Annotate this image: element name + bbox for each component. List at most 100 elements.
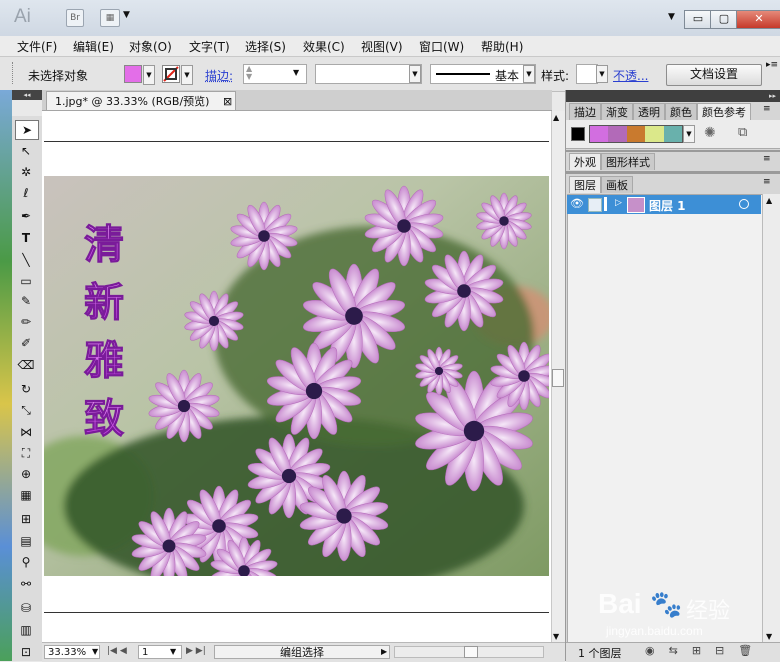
style-swatch[interactable] bbox=[576, 64, 598, 84]
blob-brush-tool-icon[interactable]: ✐ bbox=[15, 334, 37, 352]
variable-width-dropdown-icon[interactable]: ▼ bbox=[409, 65, 421, 83]
base-color-swatch[interactable] bbox=[571, 127, 585, 141]
arrange-dropdown-icon[interactable]: ▼ bbox=[123, 10, 130, 20]
horizontal-scroll-thumb[interactable] bbox=[464, 646, 478, 658]
zoom-dropdown-icon[interactable]: ▼ bbox=[92, 647, 98, 656]
scale-tool-icon[interactable]: ⤡ bbox=[15, 401, 37, 419]
opacity-link[interactable]: 不透... bbox=[613, 67, 648, 84]
harmony-color-3[interactable] bbox=[626, 126, 646, 142]
bridge-button[interactable]: Br bbox=[66, 9, 84, 27]
menu-edit[interactable]: 编辑(E) bbox=[73, 38, 114, 55]
document-setup-button[interactable]: 文档设置 bbox=[666, 64, 762, 86]
eraser-tool-icon[interactable]: ⌫ bbox=[15, 356, 37, 374]
tab-appearance[interactable]: 外观 bbox=[569, 153, 601, 170]
stroke-link[interactable]: 描边: bbox=[205, 67, 233, 84]
tab-stroke[interactable]: 描边 bbox=[569, 103, 601, 120]
fill-color-swatch[interactable] bbox=[124, 65, 142, 83]
layers-footer-icons[interactable]: ◉⇆⊞⊟🗑 bbox=[645, 644, 766, 657]
gradient-tool-icon[interactable]: ▤ bbox=[15, 532, 37, 550]
menu-effect[interactable]: 效果(C) bbox=[303, 38, 345, 55]
type-tool-icon[interactable]: T bbox=[15, 229, 37, 247]
appearance-menu-icon[interactable]: ≡ bbox=[763, 154, 771, 164]
vertical-scroll-thumb[interactable] bbox=[552, 369, 564, 387]
layers-scroll-down-icon[interactable]: ▼ bbox=[766, 632, 772, 641]
stroke-none-swatch[interactable] bbox=[162, 65, 180, 83]
visibility-eye-icon[interactable]: 👁 bbox=[570, 197, 584, 210]
close-button[interactable]: ✕ bbox=[736, 10, 780, 29]
lock-toggle[interactable] bbox=[588, 198, 602, 212]
paintbrush-tool-icon[interactable]: ✎ bbox=[15, 292, 37, 310]
tab-close-icon[interactable]: ⊠ bbox=[223, 92, 232, 111]
line-tool-icon[interactable]: ╲ bbox=[15, 251, 37, 269]
harmony-color-2[interactable] bbox=[608, 126, 627, 142]
expand-triangle-icon[interactable]: ▷ bbox=[615, 198, 622, 208]
rectangle-tool-icon[interactable]: ▭ bbox=[15, 272, 37, 290]
harmony-color-5[interactable] bbox=[663, 126, 683, 142]
menu-window[interactable]: 窗口(W) bbox=[419, 38, 464, 55]
harmony-colors-strip[interactable] bbox=[589, 125, 683, 143]
menu-type[interactable]: 文字(T) bbox=[189, 38, 230, 55]
harmony-dropdown-icon[interactable]: ▼ bbox=[683, 125, 695, 143]
direct-selection-tool-icon[interactable]: ↖ bbox=[15, 142, 37, 160]
menu-object[interactable]: 对象(O) bbox=[129, 38, 172, 55]
tab-graphic-styles[interactable]: 图形样式 bbox=[601, 153, 655, 170]
width-tool-icon[interactable]: ⋈ bbox=[15, 423, 37, 441]
layer-target-icon[interactable] bbox=[739, 199, 749, 209]
tab-artboards[interactable]: 画板 bbox=[601, 176, 633, 193]
status-menu-icon[interactable]: ▶ bbox=[381, 647, 387, 656]
first-artboard-icon[interactable]: |◀ ◀ bbox=[107, 646, 127, 656]
menu-view[interactable]: 视图(V) bbox=[361, 38, 403, 55]
color-guide-menu-icon[interactable]: ≡ bbox=[763, 104, 771, 114]
workspace-dropdown-icon[interactable]: ▼ bbox=[668, 12, 675, 22]
tab-gradient[interactable]: 渐变 bbox=[601, 103, 633, 120]
shape-builder-tool-icon[interactable]: ⊕ bbox=[15, 465, 37, 483]
menu-help[interactable]: 帮助(H) bbox=[481, 38, 523, 55]
stroke-weight-dropdown-icon[interactable]: ▼ bbox=[293, 68, 299, 77]
scroll-up-icon[interactable]: ▲ bbox=[553, 113, 559, 122]
color-group-icon[interactable]: ✺ bbox=[704, 125, 716, 141]
tab-color[interactable]: 颜色 bbox=[665, 103, 697, 120]
eyedropper-tool-icon[interactable]: ⚲ bbox=[15, 553, 37, 571]
next-artboard-icon[interactable]: ▶ ▶| bbox=[186, 646, 206, 656]
pen-tool-icon[interactable]: ✒ bbox=[15, 207, 37, 225]
tool-status-field[interactable]: 编组选择 bbox=[214, 645, 390, 659]
scroll-down-icon[interactable]: ▼ bbox=[553, 632, 559, 641]
variable-width-field[interactable] bbox=[315, 64, 422, 84]
layers-scroll-up-icon[interactable]: ▲ bbox=[766, 196, 772, 205]
column-graph-tool-icon[interactable]: ▥ bbox=[15, 621, 37, 639]
menu-file[interactable]: 文件(F) bbox=[17, 38, 57, 55]
layers-scrollbar[interactable] bbox=[762, 194, 780, 642]
symbol-sprayer-tool-icon[interactable]: ⛁ bbox=[15, 599, 37, 617]
toolbox-header[interactable]: ◂◂ bbox=[12, 90, 42, 100]
tab-color-guide[interactable]: 颜色参考 bbox=[697, 103, 751, 120]
layers-menu-icon[interactable]: ≡ bbox=[763, 177, 771, 187]
artboard-dropdown-icon[interactable]: ▼ bbox=[170, 647, 176, 656]
tab-layers[interactable]: 图层 bbox=[569, 176, 601, 193]
panel-dock-header[interactable]: ▸▸ bbox=[566, 90, 780, 102]
minimize-button[interactable]: ▭ bbox=[684, 10, 712, 29]
arrange-documents-icon[interactable]: ▦ bbox=[100, 9, 120, 27]
blend-tool-icon[interactable]: ⚯ bbox=[15, 575, 37, 593]
layer-row[interactable]: 👁 ▷ 图层 1 bbox=[567, 195, 761, 214]
harmony-color-1[interactable] bbox=[590, 126, 609, 142]
save-color-group-icon[interactable]: ⧉ bbox=[738, 125, 747, 140]
placed-image[interactable]: 清 新 雅 致 bbox=[44, 176, 549, 576]
pencil-tool-icon[interactable]: ✏ bbox=[15, 313, 37, 331]
selection-tool-icon[interactable]: ➤ bbox=[15, 120, 39, 140]
stroke-dropdown-icon[interactable]: ▼ bbox=[181, 65, 193, 85]
stroke-stepper-icon[interactable]: ▲ ▼ bbox=[246, 65, 252, 81]
magic-wand-tool-icon[interactable]: ✲ bbox=[15, 163, 37, 181]
artboard-tool-icon[interactable]: ⊡ bbox=[15, 643, 37, 661]
perspective-grid-tool-icon[interactable]: ▦ bbox=[15, 486, 37, 504]
lasso-tool-icon[interactable]: ℓ bbox=[15, 184, 37, 202]
mesh-tool-icon[interactable]: ⊞ bbox=[15, 510, 37, 528]
document-tab[interactable]: 1.jpg* @ 33.33% (RGB/预览) ⊠ bbox=[46, 91, 236, 110]
stroke-profile-dropdown-icon[interactable]: ▼ bbox=[523, 65, 535, 83]
restore-button[interactable]: ▢ bbox=[710, 10, 738, 29]
fill-dropdown-icon[interactable]: ▼ bbox=[143, 65, 155, 85]
free-transform-tool-icon[interactable]: ⛶ bbox=[15, 444, 37, 462]
tab-transparency[interactable]: 透明 bbox=[633, 103, 665, 120]
rotate-tool-icon[interactable]: ↻ bbox=[15, 380, 37, 398]
control-bar-menu-icon[interactable]: ▸≡ bbox=[766, 60, 778, 70]
layer-name[interactable]: 图层 1 bbox=[649, 197, 686, 214]
